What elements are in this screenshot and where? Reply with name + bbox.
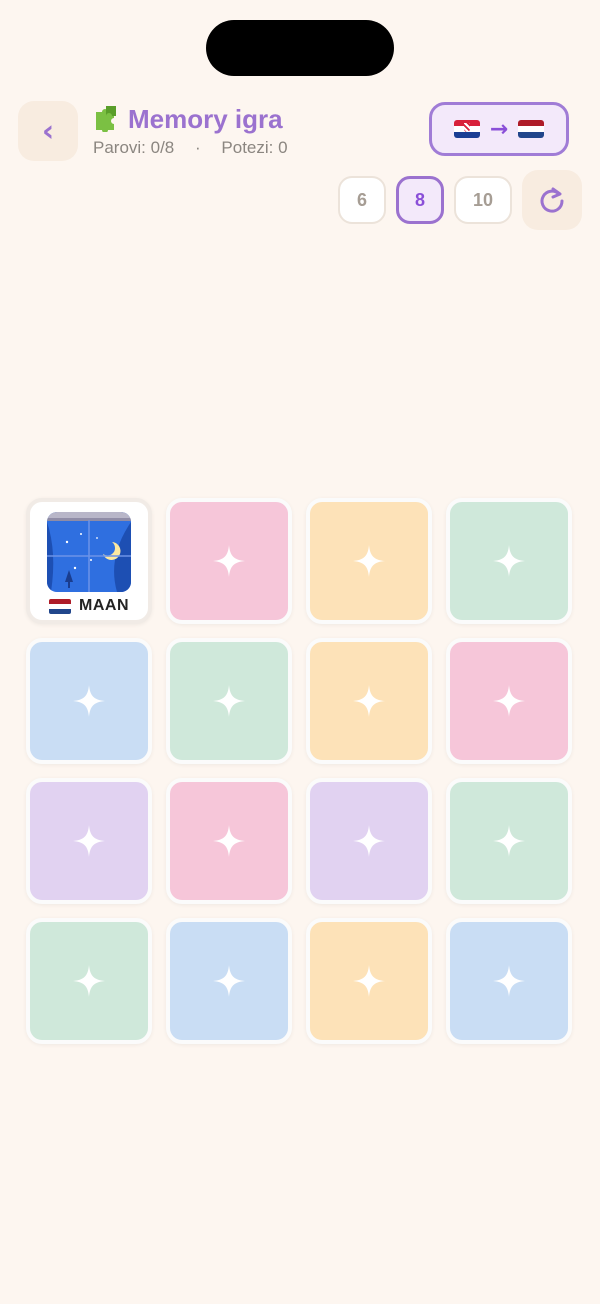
- croatia-flag-icon: [453, 120, 480, 138]
- puzzle-icon: [92, 102, 122, 137]
- card-word-row: MAAN: [49, 597, 129, 615]
- sparkle-icon: [213, 685, 245, 717]
- sparkle-icon: [353, 965, 385, 997]
- sparkle-icon: [353, 545, 385, 577]
- chevron-left-icon: ‹: [41, 113, 55, 149]
- size-option-8[interactable]: 8: [396, 176, 444, 224]
- restart-button[interactable]: [522, 170, 582, 230]
- card-word: MAAN: [79, 597, 129, 614]
- memory-card-hidden[interactable]: [446, 778, 572, 904]
- moves-counter: Potezi: 0: [221, 138, 288, 157]
- memory-card-hidden[interactable]: [306, 638, 432, 764]
- sparkle-icon: [493, 545, 525, 577]
- sparkle-icon: [213, 825, 245, 857]
- game-stats: Parovi: 0/8 · Potezi: 0: [93, 138, 288, 158]
- stats-separator: ·: [195, 138, 201, 157]
- sparkle-icon: [353, 685, 385, 717]
- sparkle-icon: [73, 825, 105, 857]
- sparkle-icon: [213, 965, 245, 997]
- netherlands-flag-icon: [518, 120, 545, 138]
- sparkle-icon: [73, 685, 105, 717]
- memory-card-hidden[interactable]: [446, 498, 572, 624]
- sparkle-icon: [493, 825, 525, 857]
- memory-card-hidden[interactable]: [306, 778, 432, 904]
- back-button[interactable]: ‹: [18, 101, 78, 161]
- memory-card-hidden[interactable]: [26, 638, 152, 764]
- memory-card-hidden[interactable]: [446, 638, 572, 764]
- pairs-counter: Parovi: 0/8: [93, 138, 175, 157]
- memory-card-hidden[interactable]: [26, 918, 152, 1044]
- netherlands-flag-icon: [49, 598, 71, 614]
- sparkle-icon: [213, 545, 245, 577]
- refresh-icon: [540, 187, 564, 213]
- memory-card-hidden[interactable]: [166, 778, 292, 904]
- memory-card-hidden[interactable]: [306, 918, 432, 1044]
- sparkle-icon: [73, 965, 105, 997]
- page-title: Memory igra: [128, 104, 283, 134]
- language-direction-button[interactable]: →: [429, 102, 569, 156]
- size-option-10[interactable]: 10: [454, 176, 512, 224]
- memory-card-hidden[interactable]: [166, 638, 292, 764]
- memory-card-hidden[interactable]: [446, 918, 572, 1044]
- sparkle-icon: [493, 965, 525, 997]
- arrow-right-icon: →: [489, 116, 509, 142]
- memory-card-revealed[interactable]: MAAN: [26, 498, 152, 624]
- memory-card-hidden[interactable]: [26, 778, 152, 904]
- size-option-6[interactable]: 6: [338, 176, 386, 224]
- sparkle-icon: [493, 685, 525, 717]
- moon-window-image: [47, 512, 131, 592]
- memory-card-hidden[interactable]: [166, 498, 292, 624]
- sparkle-icon: [353, 825, 385, 857]
- card-grid: MAAN: [26, 498, 572, 1044]
- title-row: Memory igra: [92, 102, 283, 137]
- camera-notch: [206, 20, 394, 76]
- memory-card-hidden[interactable]: [306, 498, 432, 624]
- memory-card-hidden[interactable]: [166, 918, 292, 1044]
